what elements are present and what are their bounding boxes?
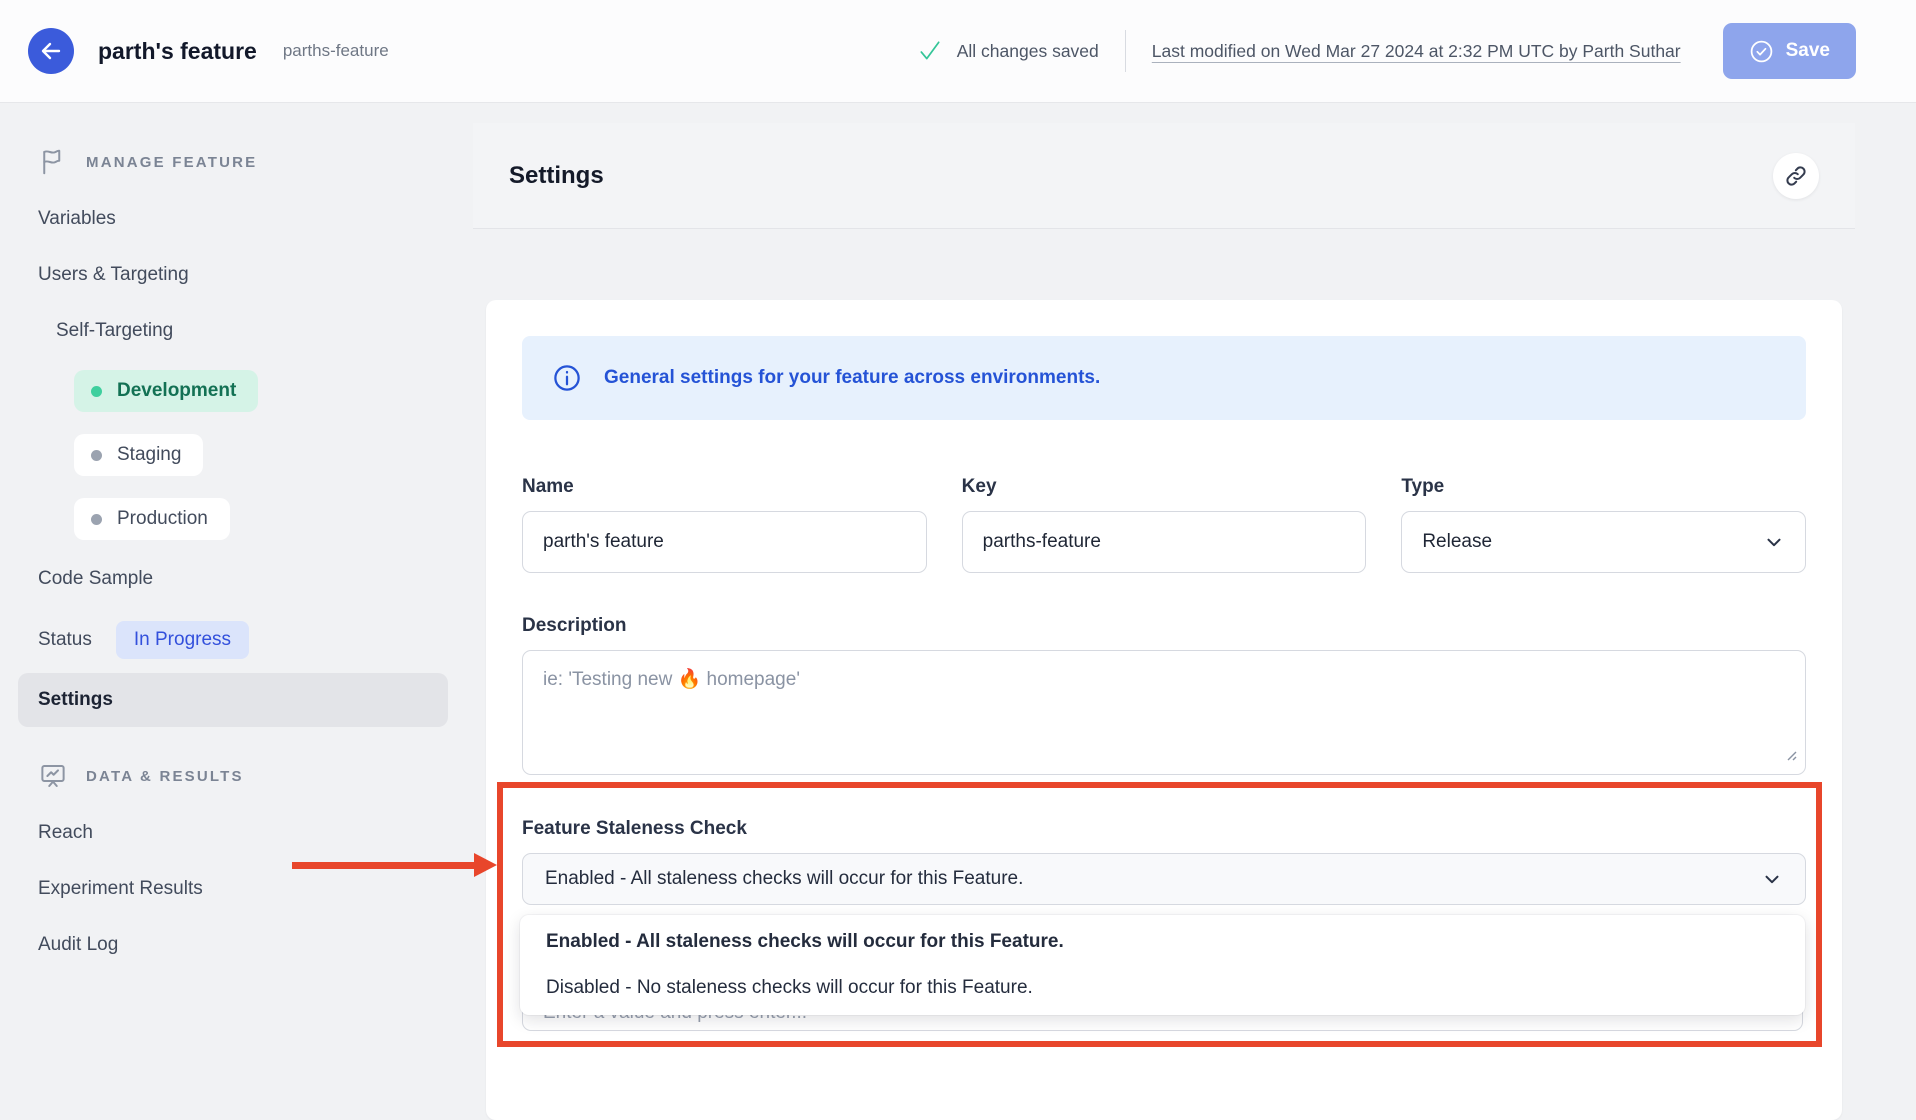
sidebar-env-staging-row: Staging xyxy=(38,423,440,487)
sidebar-heading-manage-feature: MANAGE FEATURE xyxy=(38,139,440,191)
env-dot-icon xyxy=(91,450,102,461)
description-textarea[interactable] xyxy=(522,650,1806,775)
sidebar-heading-label: MANAGE FEATURE xyxy=(86,154,257,171)
last-modified-link[interactable]: Last modified on Wed Mar 27 2024 at 2:32… xyxy=(1152,41,1681,62)
staleness-select[interactable]: Enabled - All staleness checks will occu… xyxy=(522,853,1806,905)
key-input[interactable] xyxy=(962,511,1367,573)
chart-board-icon xyxy=(38,761,68,791)
sidebar-item-self-targeting[interactable]: Self-Targeting xyxy=(38,303,440,359)
name-field-group: Name xyxy=(522,476,927,573)
info-banner-text: General settings for your feature across… xyxy=(604,367,1100,389)
env-label: Development xyxy=(117,380,236,402)
staleness-label: Feature Staleness Check xyxy=(522,818,1806,840)
sidebar-item-experiment-results[interactable]: Experiment Results xyxy=(38,861,440,917)
copy-link-button[interactable] xyxy=(1773,153,1819,199)
description-field-group: Description xyxy=(522,615,1806,775)
type-field-group: Type Release xyxy=(1401,476,1806,573)
key-label: Key xyxy=(962,476,1367,498)
settings-card: General settings for your feature across… xyxy=(486,300,1842,1120)
staleness-select-value: Enabled - All staleness checks will occu… xyxy=(545,868,1023,890)
arrow-left-icon xyxy=(39,39,63,63)
form-row: Name Key Type Release xyxy=(522,476,1806,573)
circle-check-icon xyxy=(1749,39,1774,64)
feature-key: parths-feature xyxy=(283,41,389,61)
description-label: Description xyxy=(522,615,1806,637)
check-icon xyxy=(917,38,943,64)
staleness-option-disabled[interactable]: Disabled - No staleness checks will occu… xyxy=(520,967,1805,1009)
type-select[interactable]: Release xyxy=(1401,511,1806,573)
env-dot-icon xyxy=(91,514,102,525)
staleness-dropdown-menu: Enabled - All staleness checks will occu… xyxy=(520,915,1805,1015)
sidebar-env-development-row: Development xyxy=(38,359,440,423)
sidebar-item-code-sample[interactable]: Code Sample xyxy=(38,551,440,607)
save-button-label: Save xyxy=(1786,40,1830,62)
chevron-down-icon xyxy=(1761,868,1783,890)
sidebar-heading-label: DATA & RESULTS xyxy=(86,768,244,785)
sidebar-env-production-row: Production xyxy=(38,487,440,551)
flag-icon xyxy=(38,147,68,177)
sidebar-spacer xyxy=(38,727,440,753)
sidebar-item-users-targeting[interactable]: Users & Targeting xyxy=(38,247,440,303)
save-button[interactable]: Save xyxy=(1723,23,1856,79)
page-title: parth's feature xyxy=(98,38,257,65)
name-label: Name xyxy=(522,476,927,498)
top-header: parth's feature parths-feature All chang… xyxy=(0,0,1916,103)
env-dot-icon xyxy=(91,386,102,397)
chevron-down-icon xyxy=(1763,531,1785,553)
sidebar-item-settings[interactable]: Settings xyxy=(18,673,448,727)
staleness-section: Feature Staleness Check Enabled - All st… xyxy=(522,790,1806,1047)
sidebar-item-audit-log[interactable]: Audit Log xyxy=(38,917,440,973)
settings-title: Settings xyxy=(509,162,604,190)
staleness-option-enabled[interactable]: Enabled - All staleness checks will occu… xyxy=(520,921,1805,963)
env-label: Staging xyxy=(117,444,181,466)
sidebar-item-production[interactable]: Production xyxy=(74,498,230,540)
sidebar-item-reach[interactable]: Reach xyxy=(38,805,440,861)
sidebar: MANAGE FEATURE Variables Users & Targeti… xyxy=(0,103,460,1070)
main-content: Settings General settings for your featu… xyxy=(460,103,1916,1070)
status-badge[interactable]: In Progress xyxy=(116,621,249,659)
env-label: Production xyxy=(117,508,208,530)
info-banner: General settings for your feature across… xyxy=(522,336,1806,420)
sidebar-item-development[interactable]: Development xyxy=(74,370,258,412)
page-body: MANAGE FEATURE Variables Users & Targeti… xyxy=(0,103,1916,1070)
sidebar-item-staging[interactable]: Staging xyxy=(74,434,203,476)
settings-panel-header: Settings xyxy=(473,123,1855,228)
link-icon xyxy=(1784,164,1808,188)
sidebar-status-row: Status In Progress xyxy=(38,607,440,673)
header-divider xyxy=(1125,30,1126,72)
back-button[interactable] xyxy=(28,28,74,74)
saved-status: All changes saved xyxy=(917,38,1099,64)
saved-status-text: All changes saved xyxy=(957,41,1099,62)
type-select-value: Release xyxy=(1422,531,1492,553)
name-input[interactable] xyxy=(522,511,927,573)
staleness-dropdown-area: Enter a value and press enter... Enabled… xyxy=(522,905,1806,1047)
sidebar-heading-data-results: DATA & RESULTS xyxy=(38,753,440,805)
sidebar-item-variables[interactable]: Variables xyxy=(38,191,440,247)
type-label: Type xyxy=(1401,476,1806,498)
sidebar-status-label: Status xyxy=(38,629,92,651)
info-icon xyxy=(552,363,582,393)
key-field-group: Key xyxy=(962,476,1367,573)
